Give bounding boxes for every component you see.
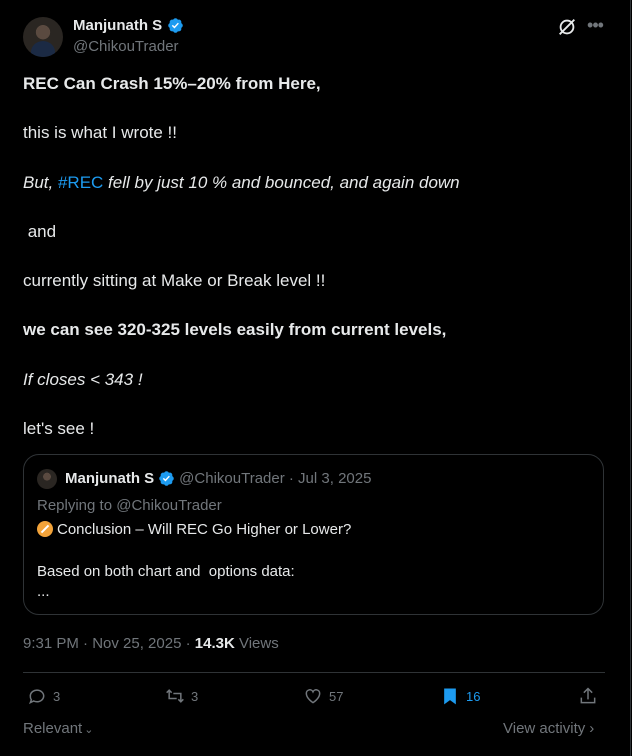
- post-metadata: 9:31 PM · Nov 25, 2025 · 14.3K Views: [23, 635, 279, 652]
- author-name-row[interactable]: Manjunath S: [73, 17, 184, 34]
- quoted-line: ...: [37, 583, 50, 600]
- chevron-down-icon: ⌄: [84, 724, 94, 736]
- post-line: let's see !: [23, 419, 95, 438]
- quoted-avatar: [37, 469, 57, 489]
- reply-icon: [29, 689, 45, 705]
- bookmark-count: 16: [466, 688, 481, 704]
- avatar[interactable]: [23, 17, 63, 57]
- post-line: currently sitting at Make or Break level…: [23, 271, 326, 290]
- bookmark-button[interactable]: 16: [440, 684, 480, 708]
- bookmark-icon: [444, 688, 456, 705]
- sort-relevant-dropdown[interactable]: Relevant ⌄: [23, 720, 93, 737]
- quoted-author-name: Manjunath S: [65, 470, 155, 487]
- post-detail: Manjunath S @ChikouTrader ••• REC Can Cr…: [0, 0, 631, 756]
- hashtag-link[interactable]: #REC: [58, 173, 103, 192]
- author-handle[interactable]: @ChikouTrader: [73, 38, 179, 55]
- verified-badge-icon: [168, 18, 183, 33]
- author-name[interactable]: Manjunath S: [73, 17, 162, 34]
- quoted-meta: @ChikouTrader · Jul 3, 2025: [179, 470, 372, 487]
- views-label: Views: [234, 635, 279, 652]
- reply-button[interactable]: 3: [27, 684, 60, 708]
- post-line: we can see 320-325 levels easily from cu…: [23, 320, 447, 339]
- view-activity-link[interactable]: View activity ›: [503, 720, 594, 737]
- quoted-line: Conclusion – Will REC Go Higher or Lower…: [37, 521, 351, 538]
- quoted-replying-to: Replying to @ChikouTrader: [37, 497, 222, 514]
- heart-icon: [305, 689, 321, 704]
- verified-badge-icon: [159, 471, 174, 486]
- post-line: If closes < 343 !: [23, 370, 143, 389]
- repost-icon: [166, 689, 184, 703]
- repost-count: 3: [191, 688, 199, 704]
- more-options-icon[interactable]: •••: [584, 14, 606, 36]
- chevron-right-icon: ›: [589, 720, 595, 737]
- views-count: 14.3K: [194, 635, 235, 652]
- post-line: this is what I wrote !!: [23, 123, 177, 142]
- quoted-author-row: Manjunath S @ChikouTrader · Jul 3, 2025: [65, 470, 371, 487]
- timestamp[interactable]: 9:31 PM · Nov 25, 2025 ·: [23, 635, 195, 652]
- share-icon: [580, 687, 596, 704]
- reply-count: 3: [53, 688, 61, 704]
- share-button[interactable]: [578, 684, 598, 708]
- post-line: But, #REC fell by just 10 % and bounced,…: [23, 173, 460, 192]
- post-line: and: [23, 222, 57, 241]
- compass-emoji-icon: [37, 521, 53, 537]
- divider: [23, 672, 605, 673]
- like-button[interactable]: 57: [303, 684, 343, 708]
- quoted-line: Based on both chart and options data:: [37, 563, 295, 580]
- quoted-post[interactable]: Manjunath S @ChikouTrader · Jul 3, 2025 …: [23, 454, 604, 615]
- repost-button[interactable]: 3: [165, 684, 198, 708]
- grok-icon[interactable]: [556, 16, 578, 38]
- post-line: REC Can Crash 15%–20% from Here,: [23, 74, 321, 93]
- like-count: 57: [329, 688, 344, 704]
